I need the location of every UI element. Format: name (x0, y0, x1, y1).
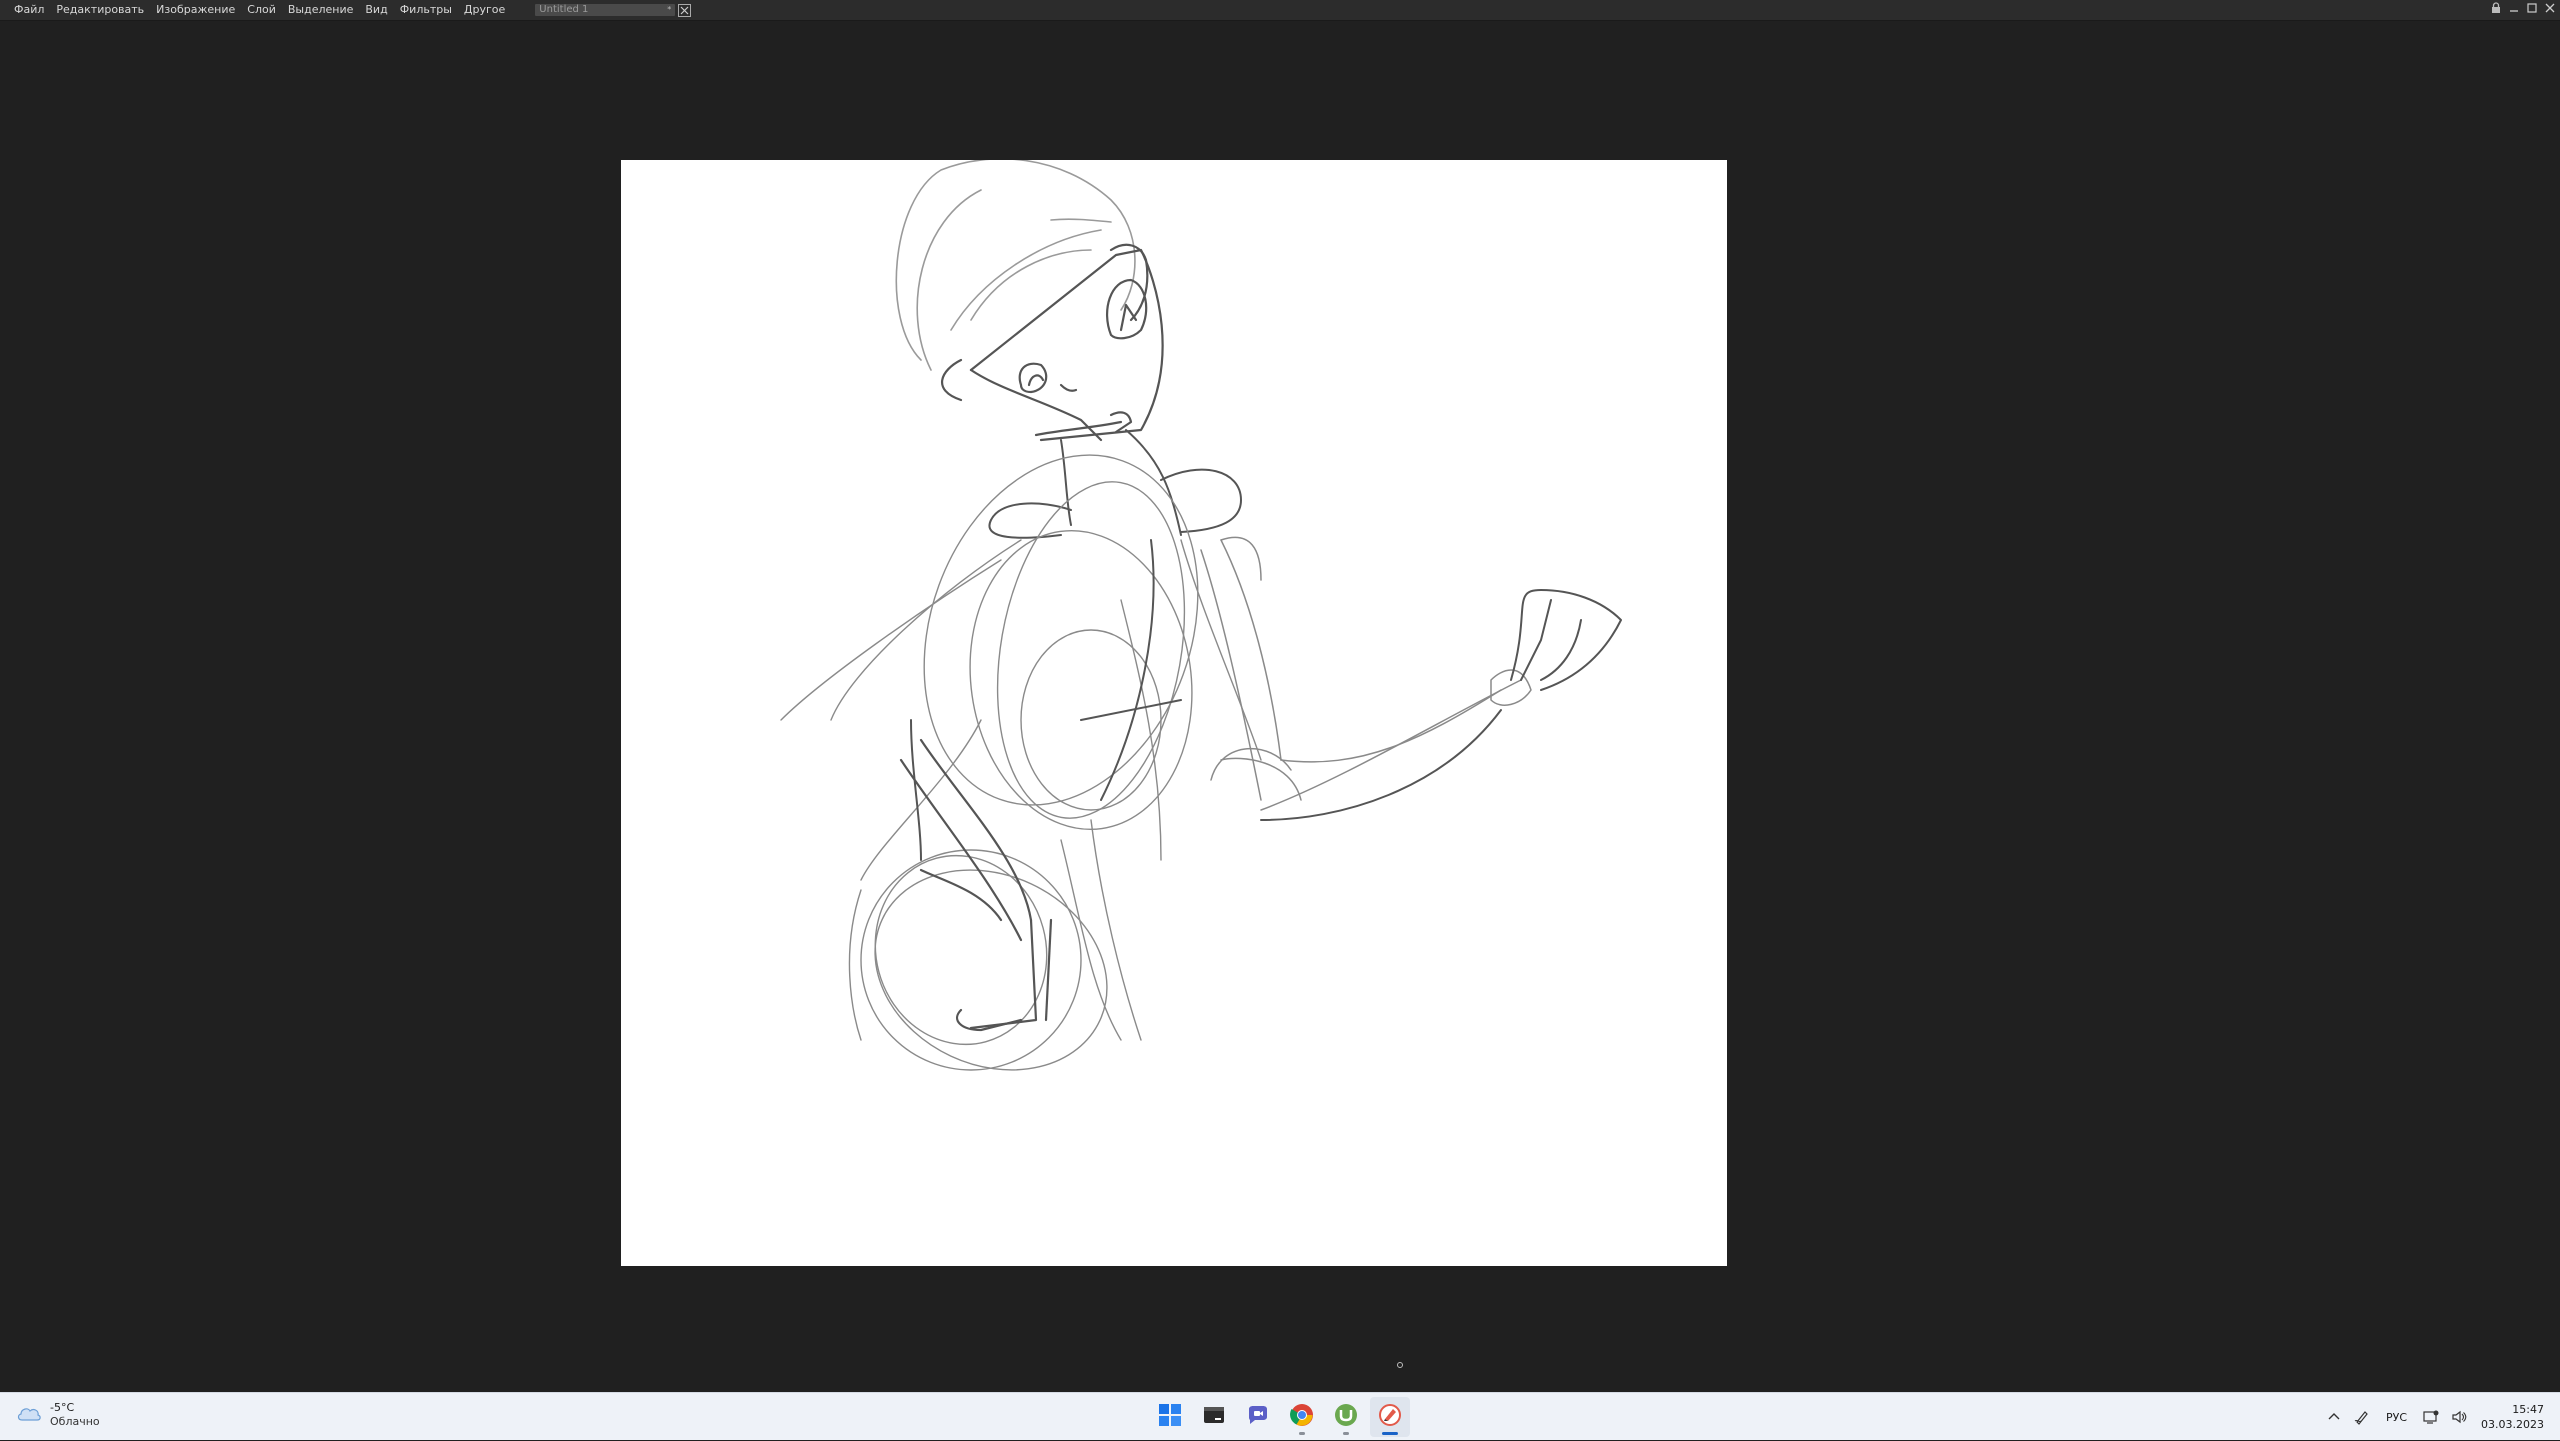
teams-chat-icon (1246, 1403, 1270, 1431)
sketch-drawing (780, 160, 1622, 1071)
menu-select[interactable]: Выделение (282, 0, 360, 20)
menu-file[interactable]: Файл (8, 0, 50, 20)
menu-filters[interactable]: Фильтры (394, 0, 458, 20)
minimize-icon[interactable] (2508, 2, 2520, 14)
menu-bar: Файл Редактировать Изображение Слой Выде… (0, 0, 2560, 21)
chat-button[interactable] (1238, 1397, 1278, 1437)
running-indicator (1382, 1432, 1398, 1435)
modified-marker: * (667, 5, 672, 14)
brush-cursor (1397, 1362, 1403, 1368)
menu-layer[interactable]: Слой (241, 0, 282, 20)
pen-icon[interactable] (2348, 1403, 2376, 1431)
tab-close-icon[interactable] (678, 3, 692, 17)
menu-view[interactable]: Вид (359, 0, 393, 20)
cloud-icon (16, 1404, 42, 1426)
utorrent-icon (1334, 1403, 1358, 1431)
document-tab-title[interactable]: Untitled 1 * (535, 4, 676, 16)
terminal-icon (1202, 1403, 1226, 1431)
network-icon[interactable] (2417, 1403, 2445, 1431)
taskbar: -5°C Облачно РУС 15:47 03.03.2023 (0, 1392, 2560, 1440)
maximize-icon[interactable] (2526, 2, 2538, 14)
chrome-button[interactable] (1282, 1397, 1322, 1437)
utorrent-button[interactable] (1326, 1397, 1366, 1437)
weather-temperature: -5°C (50, 1401, 75, 1414)
drawing-canvas[interactable] (621, 160, 1727, 1266)
paint-app-window: Файл Редактировать Изображение Слой Выде… (0, 0, 2560, 1392)
volume-icon[interactable] (2445, 1403, 2473, 1431)
clock[interactable]: 15:47 03.03.2023 (2481, 1402, 2544, 1432)
document-tab[interactable]: Untitled 1 * (535, 3, 692, 17)
menu-other[interactable]: Другое (458, 0, 511, 20)
running-indicator (1299, 1432, 1305, 1435)
taskbar-apps (1150, 1397, 1410, 1437)
paint-app-icon (1378, 1403, 1402, 1431)
clock-date: 03.03.2023 (2481, 1418, 2544, 1431)
paint-app-button[interactable] (1370, 1397, 1410, 1437)
window-controls (2490, 2, 2556, 14)
menu-edit[interactable]: Редактировать (50, 0, 150, 20)
system-tray: РУС 15:47 03.03.2023 (2320, 1393, 2560, 1441)
menu-image[interactable]: Изображение (150, 0, 241, 20)
chevron-up-icon[interactable] (2320, 1403, 2348, 1431)
terminal-button[interactable] (1194, 1397, 1234, 1437)
language-indicator[interactable]: РУС (2386, 1411, 2407, 1424)
document-tab-label: Untitled 1 (539, 4, 589, 15)
clock-time: 15:47 (2512, 1403, 2544, 1416)
weather-widget[interactable]: -5°C Облачно (16, 1401, 100, 1429)
running-indicator (1343, 1432, 1349, 1435)
close-icon[interactable] (2544, 2, 2556, 14)
windows-start-icon (1158, 1403, 1182, 1431)
weather-description: Облачно (50, 1415, 100, 1428)
lock-icon[interactable] (2490, 2, 2502, 14)
start-button[interactable] (1150, 1397, 1190, 1437)
chrome-icon (1290, 1403, 1314, 1431)
